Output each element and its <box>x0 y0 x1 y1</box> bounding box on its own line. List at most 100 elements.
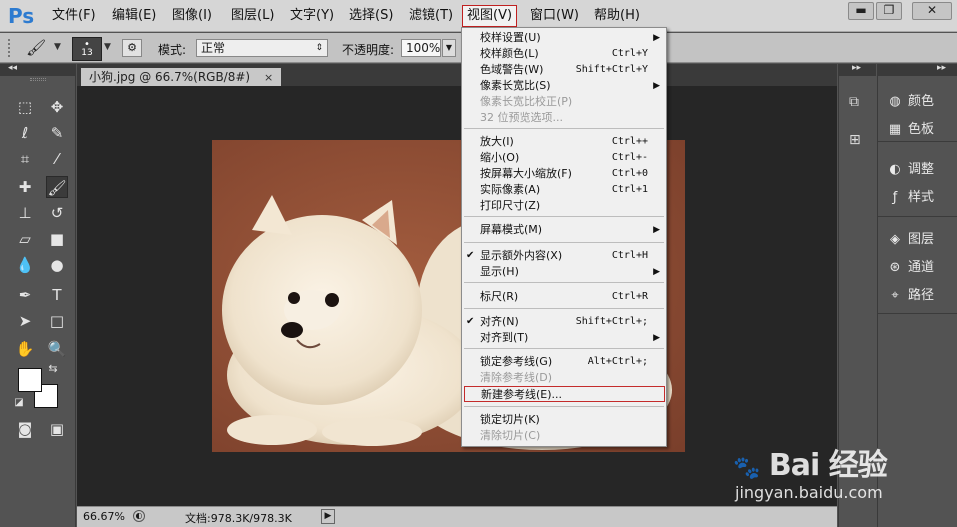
menu-item-actual-pixels[interactable]: 实际像素(A) Ctrl+1 <box>462 182 666 198</box>
menu-item-print-size[interactable]: 打印尺寸(Z) <box>462 198 666 214</box>
toolbar-collapse-icon[interactable]: ◂◂ <box>8 63 17 73</box>
pen-tool-icon[interactable]: ✒ <box>14 284 36 306</box>
document-tab-bar: 小狗.jpg @ 66.7%(RGB/8#) × <box>77 64 837 86</box>
menu-select[interactable]: 选择(S) <box>345 6 397 26</box>
opacity-slider-chevron-icon[interactable]: ▼ <box>442 39 456 57</box>
export-icon[interactable]: ◐ <box>133 510 145 522</box>
restore-button[interactable]: ❐ <box>876 2 902 20</box>
panels-dock: ◍ 颜色 ▦ 色板 ◐ 调整 ƒ 样式 ◈ 图层 ⊛ 通道 ⌖ 路径 <box>877 76 957 527</box>
menu-item-clear-slices: 清除切片(C) <box>480 429 541 442</box>
menu-window[interactable]: 窗口(W) <box>526 6 583 26</box>
tools-grip[interactable] <box>30 78 46 81</box>
menu-item-proof-colors[interactable]: 校样颜色(L) Ctrl+Y <box>462 46 666 62</box>
close-document-icon[interactable]: × <box>264 71 273 84</box>
paths-panel-tab[interactable]: ⌖ 路径 <box>886 285 934 307</box>
submenu-arrow-icon: ▶ <box>653 267 660 277</box>
healing-brush-tool-icon[interactable]: ✚ <box>14 176 36 198</box>
tools-panel: ⬚ ✥ ℓ ✎ ⌗ ⁄ ✚ 🖌 ⊥ ↺ ▱ ■ 💧 ● ✒ T ➤ □ ✋ 🔍 … <box>0 76 76 527</box>
brush-tool-icon[interactable]: 🖌 <box>46 176 68 198</box>
menu-separator <box>464 348 664 349</box>
foreground-color-swatch[interactable] <box>18 368 42 392</box>
checkmark-icon: ✔ <box>466 316 475 327</box>
minimize-button[interactable]: ▬ <box>848 2 874 20</box>
path-select-tool-icon[interactable]: ➤ <box>14 310 36 332</box>
dodge-tool-icon[interactable]: ● <box>46 254 68 276</box>
menu-item-proof-setup[interactable]: 校样设置(U) ▶ <box>462 30 666 46</box>
screen-mode-icon[interactable]: ▣ <box>46 418 68 440</box>
swap-colors-icon[interactable]: ⇆ <box>46 362 60 376</box>
mode-select-arrows-icon: ⇕ <box>315 43 323 53</box>
menu-item-show-extras[interactable]: ✔ 显示额外内容(X) Ctrl+H <box>462 248 666 264</box>
menu-item-zoom-out[interactable]: 缩小(O) Ctrl+- <box>462 150 666 166</box>
menu-edit[interactable]: 编辑(E) <box>108 6 160 26</box>
mode-select[interactable]: 正常 ⇕ <box>196 39 328 57</box>
menu-item-show[interactable]: 显示(H) ▶ <box>462 264 666 280</box>
default-colors-icon[interactable]: ◪ <box>12 396 26 410</box>
menu-item-new-guide[interactable]: 新建参考线(E)... <box>464 386 665 402</box>
gradient-tool-icon[interactable]: ■ <box>46 228 68 250</box>
history-icon[interactable]: ⧉ <box>849 94 859 110</box>
menu-item-fit-on-screen[interactable]: 按屏幕大小缩放(F) Ctrl+0 <box>462 166 666 182</box>
crop-tool-icon[interactable]: ⌗ <box>14 148 36 170</box>
shape-tool-icon[interactable]: □ <box>46 310 68 332</box>
menu-filter[interactable]: 滤镜(T) <box>405 6 457 26</box>
menu-item-pixel-aspect-ratio[interactable]: 像素长宽比(S) ▶ <box>462 78 666 94</box>
styles-panel-tab[interactable]: ƒ 样式 <box>886 187 934 209</box>
options-grip[interactable] <box>8 39 12 57</box>
status-menu-arrow-icon[interactable]: ▶ <box>321 509 335 524</box>
opacity-label: 不透明度: <box>342 43 395 57</box>
menu-separator <box>464 128 664 129</box>
adjustments-panel-tab[interactable]: ◐ 调整 <box>886 159 934 181</box>
layers-panel-tab[interactable]: ◈ 图层 <box>886 229 934 251</box>
close-window-button[interactable]: ✕ <box>912 2 952 20</box>
hand-tool-icon[interactable]: ✋ <box>14 338 36 360</box>
quick-select-tool-icon[interactable]: ✎ <box>46 122 68 144</box>
zoom-level[interactable]: 66.67% <box>83 510 125 523</box>
opacity-input[interactable]: 100% <box>401 39 441 57</box>
menu-item-gamut-warning[interactable]: 色域警告(W) Shift+Ctrl+Y <box>462 62 666 78</box>
layers-panel-group: ◈ 图层 ⊛ 通道 ⌖ 路径 <box>878 218 957 314</box>
menu-image[interactable]: 图像(I) <box>168 6 216 26</box>
blur-tool-icon[interactable]: 💧 <box>14 254 36 276</box>
marquee-tool-icon[interactable]: ⬚ <box>14 96 36 118</box>
panels-collapse-icon[interactable]: ▸▸ <box>937 63 946 73</box>
brush-tool-icon[interactable]: 🖌 <box>26 38 46 57</box>
brush-size-picker[interactable]: • 13 <box>72 37 102 61</box>
menu-layer[interactable]: 图层(L) <box>227 6 278 26</box>
menu-help[interactable]: 帮助(H) <box>590 6 644 26</box>
canvas-area[interactable] <box>77 86 837 506</box>
menu-file[interactable]: 文件(F) <box>48 6 100 26</box>
document-tab[interactable]: 小狗.jpg @ 66.7%(RGB/8#) × <box>81 68 282 86</box>
menu-item-lock-slices[interactable]: 锁定切片(K) <box>462 412 666 428</box>
menu-item-pixel-aspect-correction: 像素长宽比校正(P) <box>480 95 573 108</box>
strip-collapse-icon[interactable]: ▸▸ <box>852 63 861 73</box>
menu-item-rulers[interactable]: 标尺(R) Ctrl+R <box>462 289 666 305</box>
eraser-tool-icon[interactable]: ▱ <box>14 228 36 250</box>
menu-item-screen-mode[interactable]: 屏幕模式(M) ▶ <box>462 222 666 238</box>
menu-item-zoom-in[interactable]: 放大(I) Ctrl++ <box>462 134 666 150</box>
type-tool-icon[interactable]: T <box>46 284 68 306</box>
menu-item-lock-guides[interactable]: 锁定参考线(G) Alt+Ctrl+; <box>462 354 666 370</box>
panels-header: ▸▸ <box>877 63 957 76</box>
history-brush-tool-icon[interactable]: ↺ <box>46 202 68 224</box>
tool-preset-chevron-icon[interactable]: ▼ <box>54 42 61 52</box>
move-tool-icon[interactable]: ✥ <box>46 96 68 118</box>
eyedropper-tool-icon[interactable]: ⁄ <box>46 148 68 170</box>
lasso-tool-icon[interactable]: ℓ <box>14 122 36 144</box>
brush-panel-toggle-icon[interactable]: ⚙ <box>122 39 142 57</box>
brush-picker-chevron-icon[interactable]: ▼ <box>104 42 111 52</box>
swatches-panel-tab[interactable]: ▦ 色板 <box>886 119 934 141</box>
channels-panel-tab[interactable]: ⊛ 通道 <box>886 257 934 279</box>
menu-item-snap[interactable]: ✔ 对齐(N) Shift+Ctrl+; <box>462 314 666 330</box>
menu-item-snap-to[interactable]: 对齐到(T) ▶ <box>462 330 666 346</box>
color-panel-tab[interactable]: ◍ 颜色 <box>886 91 934 113</box>
zoom-tool-icon[interactable]: 🔍 <box>46 338 68 360</box>
properties-icon[interactable]: ⊞ <box>849 132 861 148</box>
layers-icon: ◈ <box>890 232 900 247</box>
menu-type[interactable]: 文字(Y) <box>286 6 338 26</box>
quick-mask-icon[interactable]: ◙ <box>14 418 36 440</box>
menu-view[interactable]: 视图(V) <box>462 5 518 27</box>
adjustments-panel-group: ◐ 调整 ƒ 样式 <box>878 143 957 217</box>
swatches-icon: ▦ <box>888 122 902 137</box>
clone-stamp-tool-icon[interactable]: ⊥ <box>14 202 36 224</box>
